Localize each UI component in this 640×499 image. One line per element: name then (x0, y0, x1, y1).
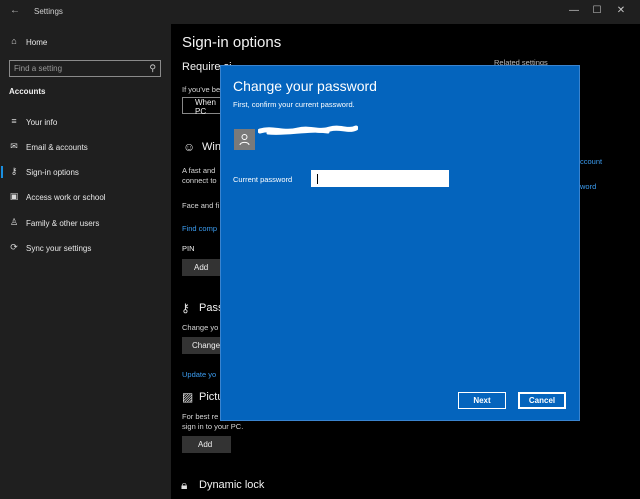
dynamic-lock-heading: Dynamic lock (199, 479, 265, 491)
pin-heading: PIN (182, 244, 195, 253)
picture-icon: ▨ (182, 390, 194, 404)
contact-card-icon: ≡ (11, 116, 17, 126)
page-title: Sign-in options (182, 34, 282, 51)
related-settings-link[interactable]: word (580, 182, 596, 191)
current-password-label: Current password (233, 175, 293, 184)
people-icon: ♙ (9, 217, 19, 227)
lock-icon: 🔒︎ (181, 478, 188, 492)
title-bar: ← Settings — ☐ ✕ (0, 0, 640, 24)
sidebar: ⌂ Home ⚲ Accounts ≡ Your info ✉ Email & … (0, 24, 171, 499)
hello-description: A fast and (182, 166, 216, 175)
close-button[interactable]: ✕ (614, 5, 628, 16)
briefcase-icon: ▣ (9, 191, 19, 201)
sidebar-item-access-work-school[interactable]: ▣ Access work or school (0, 187, 171, 207)
sidebar-item-label: Access work or school (26, 193, 106, 202)
smiley-icon: ☺ (183, 140, 196, 154)
hello-description: connect to (182, 176, 217, 185)
window-title: Settings (34, 7, 63, 16)
sidebar-item-label: Your info (26, 118, 58, 127)
key-icon: ⚷ (181, 301, 190, 315)
next-button[interactable]: Next (458, 392, 506, 409)
dialog-subtitle: First, confirm your current password. (233, 100, 355, 109)
text-caret (317, 174, 318, 184)
picture-description: For best re (182, 412, 219, 421)
avatar (234, 129, 255, 150)
user-icon (239, 134, 250, 146)
dialog-title: Change your password (233, 78, 377, 94)
sidebar-item-family-other-users[interactable]: ♙ Family & other users (0, 213, 171, 233)
sidebar-item-sync-settings[interactable]: ⟳ Sync your settings (0, 238, 171, 258)
current-password-input[interactable] (314, 172, 446, 185)
face-fingerprint-text: Face and fi (182, 201, 220, 210)
search-icon[interactable]: ⚲ (149, 63, 156, 74)
search-input[interactable] (14, 63, 144, 74)
picture-add-button[interactable]: Add (182, 436, 231, 453)
update-security-link[interactable]: Update yo (182, 370, 216, 379)
change-password-dialog: Change your password First, confirm your… (220, 65, 580, 421)
windows-hello-heading: Win (202, 141, 221, 153)
home-icon: ⌂ (11, 36, 17, 46)
sidebar-item-your-info[interactable]: ≡ Your info (0, 112, 171, 132)
picture-description: sign in to your PC. (182, 422, 244, 431)
find-compatible-link[interactable]: Find comp (182, 224, 217, 233)
minimize-button[interactable]: — (567, 5, 581, 16)
password-description: Change yo (182, 323, 219, 332)
redacted-username (258, 125, 358, 135)
mail-icon: ✉ (10, 141, 18, 151)
sidebar-item-sign-in-options[interactable]: ⚷ Sign-in options (0, 162, 171, 182)
sidebar-item-label: Family & other users (26, 219, 100, 228)
search-box[interactable]: ⚲ (9, 60, 161, 77)
cancel-button[interactable]: Cancel (518, 392, 566, 409)
sidebar-item-label: Sign-in options (26, 168, 79, 177)
related-settings-link[interactable]: ccount (580, 157, 602, 166)
current-password-field[interactable] (311, 170, 449, 187)
key-icon: ⚷ (10, 166, 18, 176)
back-arrow-icon[interactable]: ← (10, 5, 20, 16)
sidebar-item-label: Sync your settings (26, 244, 92, 253)
sidebar-item-label: Home (26, 38, 48, 47)
sidebar-item-email-accounts[interactable]: ✉ Email & accounts (0, 137, 171, 157)
sync-icon: ⟳ (10, 242, 18, 252)
sidebar-item-label: Email & accounts (26, 143, 88, 152)
maximize-button[interactable]: ☐ (590, 5, 604, 16)
section-heading-accounts: Accounts (9, 87, 46, 96)
require-signin-text: If you've be (182, 85, 221, 94)
sidebar-item-home[interactable]: ⌂ Home (0, 32, 171, 52)
